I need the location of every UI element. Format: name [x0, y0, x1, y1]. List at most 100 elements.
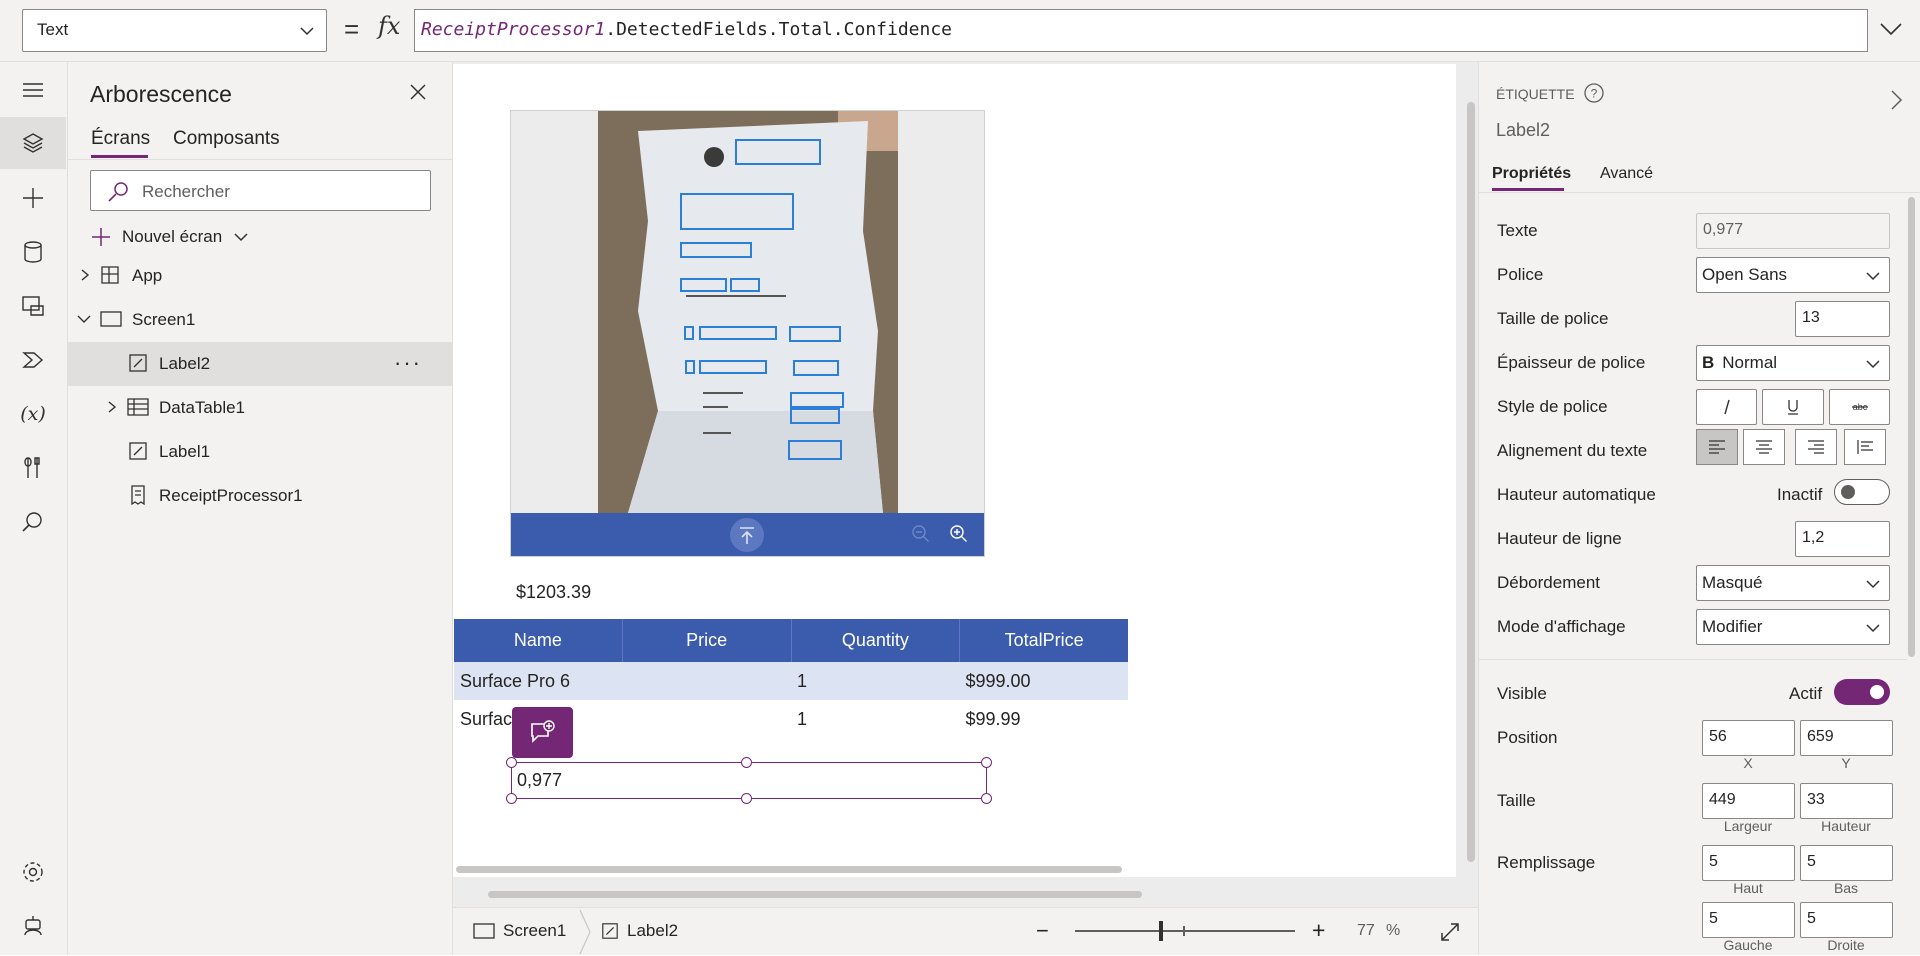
underline-button[interactable] — [1762, 389, 1824, 425]
data-icon[interactable] — [0, 226, 66, 278]
more-options-icon[interactable]: ··· — [394, 350, 422, 376]
align-center-button[interactable] — [1743, 429, 1785, 465]
tree-item-screen1[interactable]: Screen1 — [68, 298, 452, 342]
height-input[interactable]: 33 — [1800, 783, 1893, 819]
svg-text:abc: abc — [1852, 402, 1867, 412]
tree-view-icon[interactable] — [0, 117, 66, 169]
position-x-input[interactable]: 56 — [1702, 720, 1795, 756]
tab-advanced[interactable]: Avancé — [1600, 165, 1653, 183]
toggle-knob — [1870, 685, 1884, 699]
media-icon[interactable] — [0, 280, 66, 332]
resize-handle[interactable] — [506, 757, 517, 768]
table-cell: 1 — [797, 671, 808, 691]
expand-formula-icon[interactable] — [1878, 18, 1904, 40]
padding-top-input[interactable]: 5 — [1702, 845, 1795, 881]
resize-handle[interactable] — [981, 757, 992, 768]
tab-properties[interactable]: Propriétés — [1492, 165, 1571, 183]
tree-item-receiptprocessor1[interactable]: ReceiptProcessor1 — [68, 474, 452, 518]
resize-handle[interactable] — [741, 793, 752, 804]
receipt-processor-control[interactable] — [510, 110, 985, 557]
total-label[interactable]: $1203.39 — [516, 582, 591, 603]
zoom-in-icon[interactable] — [949, 524, 969, 544]
vertical-scrollbar[interactable] — [1467, 102, 1475, 862]
width-input[interactable]: 449 — [1702, 783, 1795, 819]
breadcrumb-control[interactable]: Label2 — [601, 921, 678, 941]
italic-button[interactable] — [1696, 389, 1757, 425]
hamburger-icon[interactable] — [0, 64, 66, 116]
property-dropdown[interactable]: Text — [22, 9, 327, 52]
power-automate-icon[interactable] — [0, 334, 66, 386]
tree-item-label2[interactable]: Label2 ··· — [68, 342, 452, 386]
breadcrumb-screen[interactable]: Screen1 — [473, 921, 566, 941]
tree-item-datatable1[interactable]: DataTable1 — [68, 386, 452, 430]
variables-icon[interactable]: (x) — [0, 388, 66, 440]
overflow-dropdown[interactable]: Masqué — [1696, 565, 1890, 601]
fit-to-window-icon[interactable] — [1439, 921, 1461, 943]
copilot-comment-button[interactable] — [512, 707, 573, 758]
position-y-input[interactable]: 659 — [1800, 720, 1893, 756]
table-icon — [127, 398, 149, 416]
screen-icon — [100, 311, 122, 327]
prop-label-overflow: Débordement — [1497, 573, 1601, 592]
tree-item-app[interactable]: App — [68, 254, 452, 298]
text-input[interactable]: 0,977 — [1696, 213, 1890, 249]
column-header[interactable]: Price — [623, 619, 792, 662]
table-row[interactable]: Surface Pro 6 1 $999.00 — [454, 662, 1128, 700]
help-icon[interactable]: ? — [1583, 82, 1605, 104]
tools-icon[interactable] — [0, 442, 66, 494]
formula-input[interactable]: ReceiptProcessor1.DetectedFields.Total.C… — [414, 9, 1868, 52]
tab-screens[interactable]: Écrans — [91, 128, 150, 150]
horizontal-scrollbar[interactable] — [456, 866, 1122, 873]
zoom-percent: % — [1386, 922, 1401, 939]
align-left-button[interactable] — [1696, 429, 1738, 465]
align-justify-button[interactable] — [1844, 429, 1886, 465]
padding-right-input[interactable]: 5 — [1800, 902, 1893, 938]
upload-icon[interactable] — [729, 517, 765, 553]
line-height-input[interactable]: 1,2 — [1795, 521, 1890, 557]
prop-label-font: Police — [1497, 265, 1544, 284]
horizontal-scrollbar[interactable] — [488, 891, 1142, 898]
prop-label-size: Taille — [1497, 791, 1536, 810]
zoom-out-icon[interactable] — [911, 524, 931, 544]
font-size-input[interactable]: 13 — [1795, 301, 1890, 337]
column-header[interactable]: TotalPrice — [960, 619, 1128, 662]
strikethrough-button[interactable]: abc — [1829, 389, 1890, 425]
prop-label-padding: Remplissage — [1497, 853, 1596, 872]
auto-height-toggle[interactable] — [1834, 479, 1890, 505]
close-icon[interactable] — [408, 82, 428, 102]
font-dropdown[interactable]: Open Sans — [1696, 257, 1890, 293]
font-weight-dropdown[interactable]: B Normal — [1696, 345, 1890, 381]
chevron-right-icon[interactable] — [1888, 88, 1904, 112]
strikethrough-icon: abc — [1851, 402, 1868, 412]
virtual-agent-icon[interactable] — [0, 900, 66, 952]
tab-components[interactable]: Composants — [173, 128, 280, 150]
padding-bottom-input[interactable]: 5 — [1800, 845, 1893, 881]
insert-icon[interactable] — [0, 172, 66, 224]
resize-handle[interactable] — [981, 793, 992, 804]
chevron-right-icon[interactable] — [105, 400, 119, 414]
settings-icon[interactable] — [0, 846, 66, 898]
chevron-right-icon[interactable] — [78, 268, 92, 282]
screen-canvas: $1203.39 Name Price Quantity TotalPrice … — [453, 64, 1456, 877]
zoom-in-button[interactable]: + — [1312, 917, 1325, 944]
zoom-out-button[interactable]: − — [1036, 918, 1049, 944]
padding-left-input[interactable]: 5 — [1702, 902, 1795, 938]
properties-scrollbar[interactable] — [1908, 197, 1915, 657]
tab-underline — [1492, 188, 1564, 191]
tree-item-label1[interactable]: Label1 — [68, 430, 452, 474]
chevron-down-icon[interactable] — [76, 312, 92, 326]
visible-toggle[interactable] — [1834, 679, 1890, 705]
tree-item-label: Screen1 — [132, 310, 196, 329]
column-header[interactable]: Quantity — [792, 619, 961, 662]
resize-handle[interactable] — [741, 757, 752, 768]
new-screen-button[interactable]: Nouvel écran — [90, 222, 250, 252]
align-right-button[interactable] — [1795, 429, 1837, 465]
label-icon — [129, 442, 147, 460]
search-input[interactable]: Rechercher — [90, 170, 431, 211]
search-icon[interactable] — [0, 496, 66, 548]
column-header[interactable]: Name — [454, 619, 623, 662]
display-mode-dropdown[interactable]: Modifier — [1696, 609, 1890, 645]
zoom-slider[interactable] — [1075, 930, 1295, 932]
zoom-slider-thumb[interactable] — [1159, 921, 1163, 941]
resize-handle[interactable] — [506, 793, 517, 804]
